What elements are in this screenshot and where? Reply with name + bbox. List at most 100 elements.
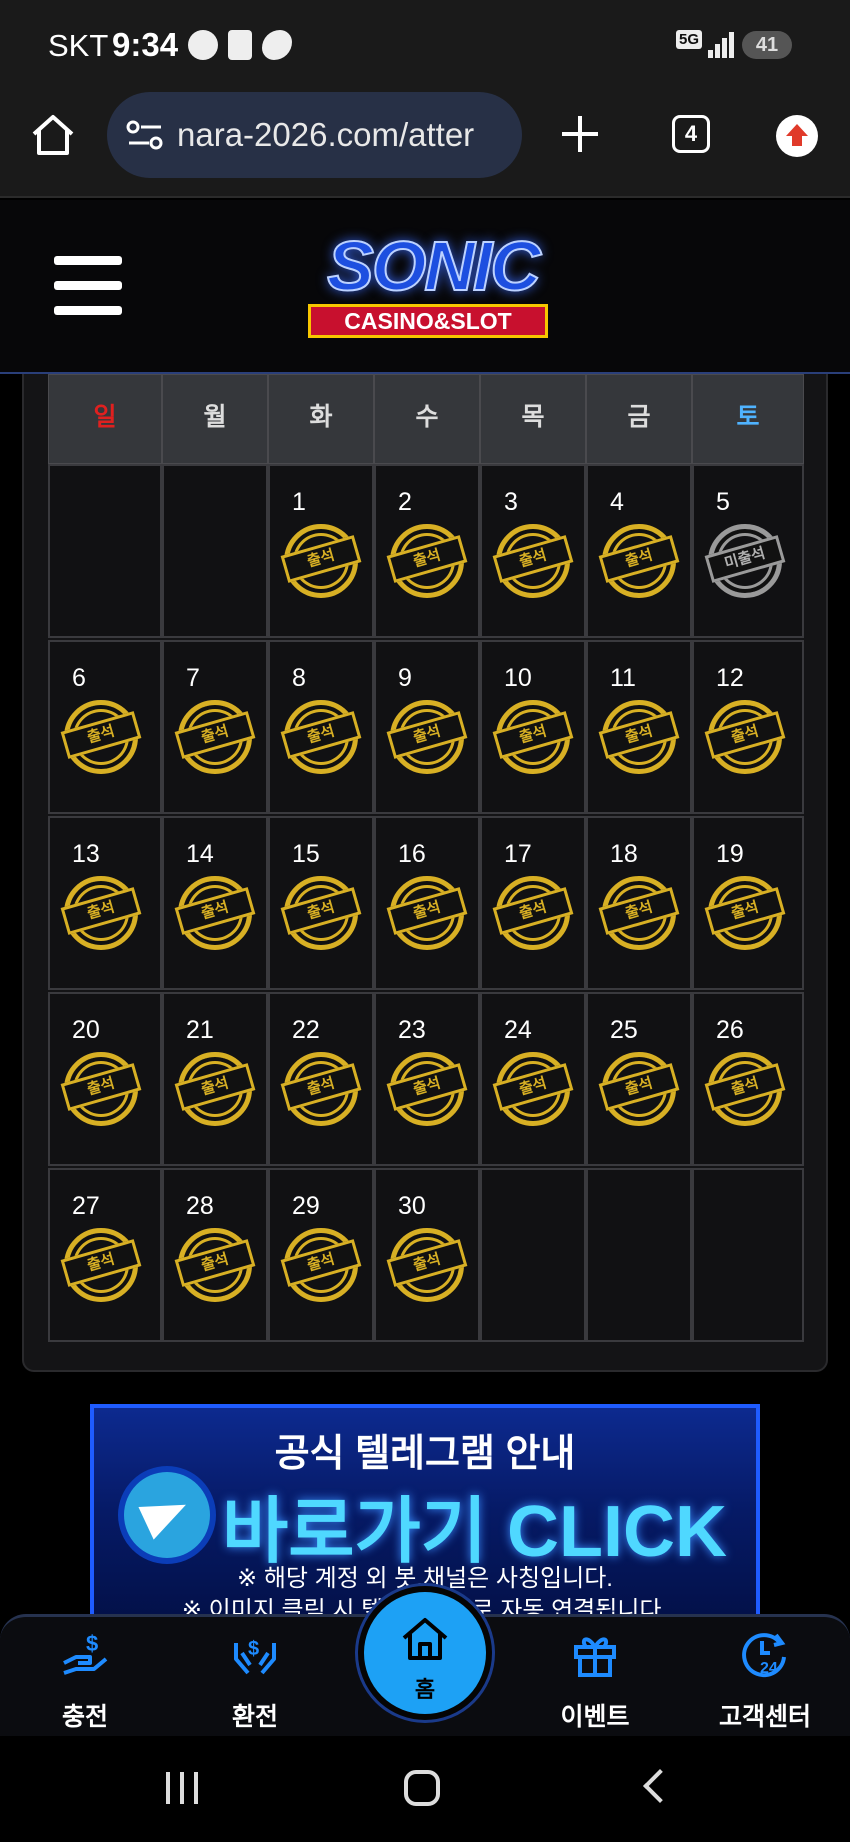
calendar-day-cell: 2 출석 [374, 464, 480, 638]
stamp-label: 출석 [492, 1063, 574, 1111]
deposit-icon: $ [63, 1631, 108, 1675]
site-logo[interactable]: SONIC CASINO&SLOT [268, 218, 598, 350]
new-tab-button[interactable] [558, 112, 602, 156]
calendar-day-number: 27 [72, 1192, 100, 1220]
recent-apps-icon[interactable] [166, 1772, 202, 1804]
calendar-day-number: 9 [398, 664, 412, 692]
system-home-icon[interactable] [404, 1770, 440, 1806]
attended-stamp-icon: 출석 [60, 1228, 142, 1302]
attended-stamp-icon: 출석 [280, 876, 362, 950]
gift-icon [574, 1637, 616, 1677]
attended-stamp-icon: 출석 [704, 700, 786, 774]
attended-stamp-icon: 출석 [386, 876, 468, 950]
attended-stamp-icon: 출석 [174, 1228, 256, 1302]
logo-title: SONIC [326, 226, 542, 306]
attended-stamp-icon: 출석 [280, 1228, 362, 1302]
missed-stamp-icon: 미출석 [704, 524, 786, 598]
stamp-label: 출석 [280, 887, 362, 935]
nav-exchange[interactable]: $ 환전 [190, 1617, 320, 1739]
stamp-label: 출석 [704, 887, 786, 935]
calendar-day-cell [586, 1168, 692, 1342]
back-icon[interactable] [643, 1769, 677, 1803]
attended-stamp-icon: 출석 [386, 700, 468, 774]
svg-text:24: 24 [760, 1660, 778, 1677]
stamp-label: 출석 [386, 1239, 468, 1287]
calendar-day-number: 5 [716, 488, 730, 516]
site-settings-icon[interactable] [125, 120, 165, 150]
calendar-day-cell: 6 출석 [48, 640, 162, 814]
attended-stamp-icon: 출석 [60, 1052, 142, 1126]
calendar-day-number: 20 [72, 1016, 100, 1044]
nav-home[interactable]: 홈 [358, 1586, 492, 1720]
update-icon[interactable] [776, 115, 818, 157]
attended-stamp-icon: 출석 [704, 876, 786, 950]
url-text[interactable]: nara-2026.com/atter [177, 116, 512, 154]
calendar-day-number: 29 [292, 1192, 320, 1220]
site-header: SONIC CASINO&SLOT [0, 200, 850, 374]
clock: 9:34 [112, 26, 179, 63]
calendar-day-cell: 26 출석 [692, 992, 804, 1166]
stamp-label: 출석 [598, 535, 680, 583]
calendar-day-cell: 18 출석 [586, 816, 692, 990]
calendar-day-number: 19 [716, 840, 744, 868]
stamp-label: 출석 [704, 1063, 786, 1111]
address-bar[interactable]: nara-2026.com/atter [107, 92, 522, 178]
attended-stamp-icon: 출석 [492, 700, 574, 774]
calendar-day-cell: 21 출석 [162, 992, 268, 1166]
stamp-label: 출석 [280, 711, 362, 759]
calendar-day-number: 6 [72, 664, 86, 692]
calendar-day-number: 13 [72, 840, 100, 868]
talk-notification-icon [188, 30, 218, 60]
stamp-label: 출석 [598, 711, 680, 759]
nav-deposit[interactable]: $ 충전 [20, 1617, 150, 1739]
calendar-day-cell: 1 출석 [268, 464, 374, 638]
calendar-day-number: 30 [398, 1192, 426, 1220]
nav-event[interactable]: 이벤트 [530, 1617, 660, 1739]
calendar-day-number: 17 [504, 840, 532, 868]
calendar-day-cell: 11 출석 [586, 640, 692, 814]
attended-stamp-icon: 출석 [704, 1052, 786, 1126]
telegram-icon [124, 1472, 210, 1558]
nav-support[interactable]: 24 고객센터 [700, 1617, 830, 1739]
calendar-day-number: 26 [716, 1016, 744, 1044]
weekday-header: 월 [162, 374, 268, 464]
calendar-day-number: 23 [398, 1016, 426, 1044]
calendar-day-cell: 14 출석 [162, 816, 268, 990]
system-navigation-bar [0, 1736, 850, 1842]
stamp-label: 출석 [174, 887, 256, 935]
stamp-label: 출석 [386, 887, 468, 935]
attended-stamp-icon: 출석 [60, 700, 142, 774]
nav-exchange-label: 환전 [231, 1703, 278, 1731]
status-bar: SKT 9:34 5G 41 [0, 0, 850, 92]
calendar-day-cell: 3 출석 [480, 464, 586, 638]
stamp-label: 출석 [280, 535, 362, 583]
calendar-day-number: 2 [398, 488, 412, 516]
calendar-day-cell: 23 출석 [374, 992, 480, 1166]
attended-stamp-icon: 출석 [386, 524, 468, 598]
calendar-day-cell: 5 미출석 [692, 464, 804, 638]
attended-stamp-icon: 출석 [492, 876, 574, 950]
browser-toolbar: nara-2026.com/atter 4 [0, 92, 850, 198]
calendar-day-cell: 29 출석 [268, 1168, 374, 1342]
attended-stamp-icon: 출석 [492, 1052, 574, 1126]
calendar-day-number: 16 [398, 840, 426, 868]
calendar-day-cell: 15 출석 [268, 816, 374, 990]
stamp-label: 출석 [492, 711, 574, 759]
attendance-calendar: 일월화수목금토 1 출석 2 출석 3 출석 4 출석 5 미출석 6 출석 7 출석 8 출석 9 출석 10 출석… [22, 374, 828, 1372]
weekday-header: 화 [268, 374, 374, 464]
stamp-label: 출석 [386, 1063, 468, 1111]
calendar-day-number: 21 [186, 1016, 214, 1044]
stamp-label: 출석 [492, 887, 574, 935]
attended-stamp-icon: 출석 [386, 1052, 468, 1126]
menu-icon[interactable] [54, 256, 122, 316]
browser-home-icon[interactable] [30, 112, 76, 158]
calendar-day-cell [480, 1168, 586, 1342]
calendar-day-cell: 12 출석 [692, 640, 804, 814]
attended-stamp-icon: 출석 [386, 1228, 468, 1302]
tab-switcher-button[interactable]: 4 [672, 115, 710, 153]
attended-stamp-icon: 출석 [598, 1052, 680, 1126]
calendar-day-cell: 30 출석 [374, 1168, 480, 1342]
attended-stamp-icon: 출석 [492, 524, 574, 598]
nav-deposit-label: 충전 [61, 1703, 108, 1731]
stamp-label: 출석 [174, 1063, 256, 1111]
